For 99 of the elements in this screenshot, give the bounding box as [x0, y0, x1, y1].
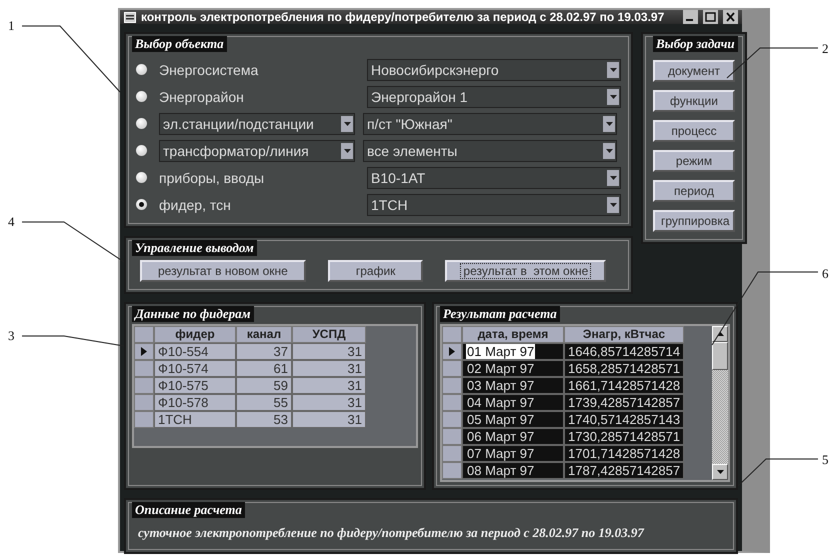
- dropdown[interactable]: Новосибирскэнерго: [367, 58, 621, 80]
- down-arrow-icon: [716, 470, 724, 474]
- header-cell: [134, 326, 154, 343]
- table-cell: Ф10-554: [154, 343, 236, 360]
- table-cell: 1661,71428571428: [564, 377, 684, 394]
- table-cell: 31: [292, 343, 366, 360]
- table-cell: 31: [292, 394, 366, 411]
- caret-icon: [344, 122, 350, 126]
- table-cell: 03 Март 97: [462, 377, 564, 394]
- callout-number: 4: [8, 214, 14, 230]
- window-title: контроль электропотребления по фидеру/потребителю за период с 28.02.97 по 19.03.97: [141, 10, 666, 24]
- description-text: суточное электропотребление по фидеру/потребителю за период с 28.02.97 по 19.03.97: [138, 525, 644, 540]
- group-title: Выбор задачи: [653, 36, 738, 52]
- callout-number: 2: [822, 41, 828, 57]
- radio-button[interactable]: [136, 199, 147, 210]
- close-icon[interactable]: [723, 10, 738, 24]
- caret-icon: [606, 148, 612, 152]
- table-cell: 61: [236, 360, 292, 377]
- maximize-icon[interactable]: [703, 10, 718, 24]
- table-cell: 05 Март 97: [462, 411, 564, 428]
- callout-number: 5: [822, 452, 828, 468]
- dropdown[interactable]: В10-1АТ: [367, 166, 621, 188]
- column-header: фидер: [154, 326, 236, 343]
- column-header: УСПД: [292, 326, 366, 343]
- callout-number: 3: [8, 328, 14, 344]
- option-label: Энергосистема: [159, 62, 260, 78]
- column-header: дата, время: [462, 326, 564, 343]
- scrollbar[interactable]: [712, 326, 728, 480]
- app-icon: [124, 12, 136, 22]
- output-button[interactable]: результат в новом окне: [140, 260, 306, 282]
- task-button[interactable]: период: [653, 180, 735, 202]
- callout-number: 6: [822, 266, 828, 282]
- table-cell: 1701,71428571428: [564, 445, 684, 462]
- table-cell: Ф10-574: [154, 360, 236, 377]
- output-button[interactable]: график: [328, 260, 424, 282]
- group-title: Выбор объекта: [132, 36, 227, 52]
- pointer-icon: [141, 347, 147, 356]
- group-title: Данные по фидерам: [132, 306, 254, 322]
- radio-button[interactable]: [136, 118, 147, 129]
- table-cell: Ф10-578: [154, 394, 236, 411]
- option-label: приборы, вводы: [159, 170, 266, 186]
- scrollbar-thumb[interactable]: [712, 342, 728, 370]
- column-header: Энагр, кВтчас: [564, 326, 684, 343]
- task-button[interactable]: режим: [653, 150, 735, 172]
- radio-button[interactable]: [136, 64, 147, 75]
- header-cell: [442, 326, 462, 343]
- dropdown[interactable]: п/ст "Южная": [363, 112, 617, 134]
- output-button[interactable]: результат в этом окне: [445, 260, 606, 282]
- group-title: Результат расчета: [440, 306, 560, 322]
- table-cell: 31: [292, 411, 366, 428]
- radio-button[interactable]: [136, 172, 147, 183]
- column-header: канал: [236, 326, 292, 343]
- table-cell: 1787,42857142857: [564, 462, 684, 479]
- caret-icon: [610, 94, 616, 98]
- option-label: Энергорайон: [159, 88, 245, 104]
- group-title: Управление выводом: [132, 240, 257, 256]
- table-cell: 04 Март 97: [462, 394, 564, 411]
- dropdown[interactable]: все элементы: [363, 140, 617, 162]
- minimize-icon[interactable]: [683, 10, 698, 24]
- dropdown[interactable]: Энергорайон 1: [367, 86, 621, 108]
- task-button[interactable]: функции: [653, 90, 735, 112]
- radio-button[interactable]: [136, 91, 147, 102]
- table-cell: 1739,42857142857: [564, 394, 684, 411]
- table-cell: 31: [292, 360, 366, 377]
- table-cell: 1730,28571428571: [564, 428, 684, 445]
- table-cell: 01 Март 97: [462, 343, 564, 360]
- table-cell: 53: [236, 411, 292, 428]
- row-indicator[interactable]: [134, 343, 154, 360]
- table-cell: 1646,85714285714: [564, 343, 684, 360]
- table-cell: 59: [236, 377, 292, 394]
- caret-icon: [610, 68, 616, 72]
- table-cell: 55: [236, 394, 292, 411]
- dropdown[interactable]: 1ТСН: [367, 194, 621, 216]
- callout-number: 1: [8, 18, 14, 34]
- table-cell: 02 Март 97: [462, 360, 564, 377]
- radio-button[interactable]: [136, 145, 147, 156]
- table-cell: 07 Март 97: [462, 445, 564, 462]
- table-cell: 1ТСН: [154, 411, 236, 428]
- dropdown[interactable]: трансформатор/линия: [159, 140, 355, 162]
- task-button[interactable]: группировка: [653, 210, 735, 232]
- table-cell: 1658,28571428571: [564, 360, 684, 377]
- caret-icon: [610, 202, 616, 206]
- up-arrow-icon: [716, 332, 724, 336]
- table-cell: 37: [236, 343, 292, 360]
- caret-icon: [610, 176, 616, 180]
- option-label: фидер, тсн: [159, 196, 232, 212]
- dropdown[interactable]: эл.станции/подстанции: [159, 112, 355, 134]
- task-button[interactable]: документ: [653, 60, 735, 82]
- caret-icon: [606, 122, 612, 126]
- pointer-icon: [449, 347, 455, 356]
- table-cell: Ф10-575: [154, 377, 236, 394]
- group-title: Описание расчета: [132, 502, 245, 518]
- caret-icon: [344, 148, 350, 152]
- table-cell: 1740,57142857143: [564, 411, 684, 428]
- table-cell: 08 Март 97: [462, 462, 564, 479]
- table-cell: 31: [292, 377, 366, 394]
- row-indicator[interactable]: [442, 343, 462, 360]
- table-cell: 06 Март 97: [462, 428, 564, 445]
- task-button[interactable]: процесс: [653, 120, 735, 142]
